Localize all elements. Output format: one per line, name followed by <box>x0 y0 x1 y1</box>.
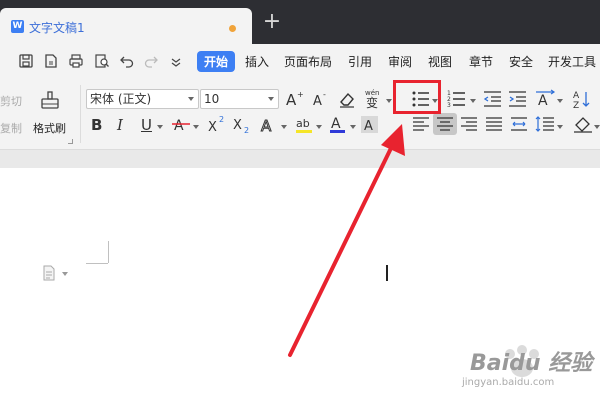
menu-bar: 开始 插入 页面布局 引用 审阅 视图 章节 安全 开发工具 <box>0 44 600 77</box>
menu-page-layout-tab[interactable]: 页面布局 <box>284 53 332 70</box>
pinyin-guide-icon[interactable]: wén 变 <box>362 87 384 109</box>
document-tab[interactable]: W 文字文稿1 <box>0 8 252 44</box>
increase-indent-icon[interactable] <box>507 88 529 110</box>
italic-button[interactable]: I <box>117 115 123 135</box>
cut-button[interactable]: 剪切 <box>0 93 22 109</box>
format-painter-label[interactable]: 格式刷 <box>33 120 66 136</box>
dialog-launcher-icon[interactable] <box>68 139 73 144</box>
chevron-down-icon[interactable] <box>470 99 476 103</box>
svg-text:3: 3 <box>447 102 451 109</box>
customize-dropdown-icon[interactable] <box>168 53 184 69</box>
chevron-down-icon <box>268 97 274 101</box>
watermark-url: jingyan.baidu.com <box>462 377 555 388</box>
shrink-font-icon[interactable]: A- <box>310 88 332 110</box>
highlight-color-icon[interactable]: ab <box>294 113 316 135</box>
page-margin-marker <box>86 263 108 264</box>
font-family-select[interactable]: 宋体 (正文) <box>86 89 199 109</box>
svg-text:A: A <box>286 91 297 109</box>
chevron-down-icon[interactable] <box>594 125 600 129</box>
menu-home-tab[interactable]: 开始 <box>197 51 236 72</box>
text-direction-icon[interactable]: A <box>534 87 556 109</box>
svg-text:A: A <box>313 94 322 109</box>
redo-icon[interactable] <box>143 53 159 69</box>
title-bar: W 文字文稿1 + <box>0 0 600 44</box>
font-size-select[interactable]: 10 <box>200 89 279 109</box>
align-left-icon[interactable] <box>410 113 432 135</box>
svg-text:A: A <box>538 93 548 109</box>
svg-text:+: + <box>297 90 304 99</box>
chevron-down-icon[interactable] <box>386 99 392 103</box>
strikethrough-icon[interactable]: A <box>170 113 192 135</box>
chevron-down-icon[interactable] <box>193 125 199 129</box>
print-icon[interactable] <box>68 53 84 69</box>
page-margin-marker <box>108 241 109 263</box>
svg-text:ab: ab <box>296 117 310 130</box>
chevron-down-icon[interactable] <box>557 99 563 103</box>
decrease-indent-icon[interactable] <box>482 88 504 110</box>
ribbon-home: 剪切 复制 格式刷 宋体 (正文) 10 A+ A- wén变 123 A <box>0 77 600 150</box>
copy-button[interactable]: 复制 <box>0 120 22 136</box>
menu-security-tab[interactable]: 安全 <box>509 53 533 70</box>
font-family-value: 宋体 (正文) <box>90 92 152 106</box>
menu-view-tab[interactable]: 视图 <box>428 53 452 70</box>
font-size-value: 10 <box>204 92 220 106</box>
chevron-down-icon[interactable] <box>62 272 68 276</box>
svg-text:X: X <box>233 118 242 133</box>
chevron-down-icon[interactable] <box>557 125 563 129</box>
export-pdf-icon[interactable] <box>43 53 59 69</box>
chevron-down-icon[interactable] <box>157 125 163 129</box>
chevron-down-icon[interactable] <box>281 125 287 129</box>
shading-fill-icon[interactable] <box>572 113 594 135</box>
align-center-icon[interactable] <box>434 113 456 135</box>
svg-text:2: 2 <box>219 115 224 124</box>
numbered-list-icon[interactable]: 123 <box>446 88 468 110</box>
save-icon[interactable] <box>18 53 34 69</box>
menu-section-tab[interactable]: 章节 <box>469 53 493 70</box>
format-painter-icon[interactable] <box>38 89 62 113</box>
svg-text:X: X <box>208 120 217 135</box>
watermark-brand: Baidu 经验 <box>470 351 593 376</box>
undo-icon[interactable] <box>119 53 135 69</box>
svg-text:Z: Z <box>573 101 579 110</box>
menu-review-tab[interactable]: 审阅 <box>388 53 412 70</box>
menu-developer-tab[interactable]: 开发工具 <box>548 53 596 70</box>
document-title: 文字文稿1 <box>29 21 85 35</box>
subscript-icon[interactable]: X2 <box>231 113 253 135</box>
character-shading-icon[interactable]: A <box>359 113 381 135</box>
chevron-down-icon <box>188 97 194 101</box>
distributed-align-icon[interactable] <box>508 113 530 135</box>
svg-text:A: A <box>573 91 580 101</box>
new-tab-plus-icon[interactable]: + <box>262 11 282 33</box>
bold-button[interactable]: B <box>91 115 102 135</box>
svg-text:-: - <box>323 90 326 99</box>
chevron-down-icon[interactable] <box>316 125 322 129</box>
menu-references-tab[interactable]: 引用 <box>348 53 372 70</box>
document-canvas-gap <box>0 150 600 168</box>
text-cursor <box>386 265 388 281</box>
svg-text:2: 2 <box>244 126 249 135</box>
print-preview-icon[interactable] <box>94 53 110 69</box>
writer-doc-icon: W <box>11 20 24 33</box>
text-effects-icon[interactable]: A <box>258 113 280 136</box>
sort-icon[interactable]: AZ <box>572 88 594 110</box>
menu-insert-tab[interactable]: 插入 <box>245 53 269 70</box>
unsaved-dot <box>229 25 236 32</box>
svg-text:A: A <box>364 119 373 134</box>
grow-font-icon[interactable]: A + <box>284 88 306 110</box>
svg-text:A: A <box>261 117 272 135</box>
svg-text:A: A <box>331 116 341 132</box>
clear-format-eraser-icon[interactable] <box>336 88 358 110</box>
chevron-down-icon[interactable] <box>350 125 356 129</box>
pinyin-guide-char: 变 <box>366 95 378 109</box>
font-color-icon[interactable]: A <box>327 113 349 135</box>
justify-icon[interactable] <box>483 113 505 135</box>
align-right-icon[interactable] <box>458 113 480 135</box>
line-spacing-icon[interactable] <box>534 113 556 135</box>
svg-text:A: A <box>174 118 184 134</box>
paragraph-layout-icon[interactable] <box>42 265 56 281</box>
underline-button[interactable]: U <box>141 115 152 135</box>
divider <box>80 85 81 143</box>
highlight-box-annotation <box>393 80 441 114</box>
superscript-icon[interactable]: X2 <box>206 113 228 135</box>
